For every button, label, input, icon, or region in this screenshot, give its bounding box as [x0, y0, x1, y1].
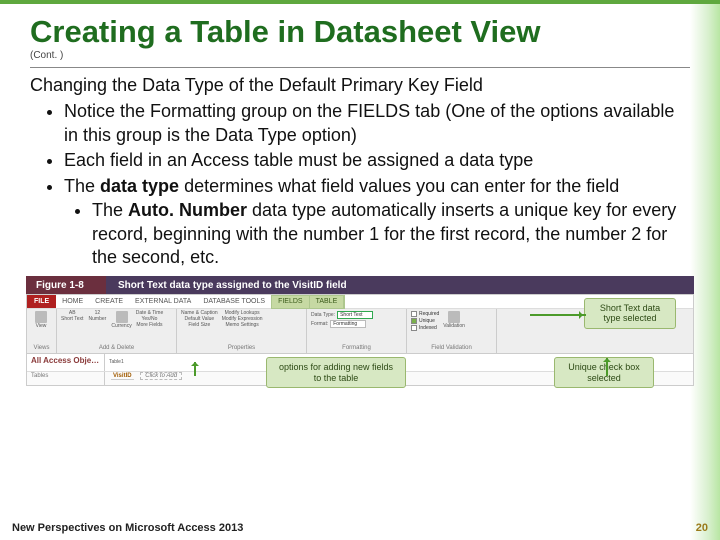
indexed-label: Indexed — [419, 325, 437, 331]
figure-number: Figure 1-8 — [26, 276, 106, 294]
table1-tab: Table1 — [109, 360, 124, 365]
data-type-label: Data Type: — [311, 313, 335, 318]
add-delete-group-label: Add & Delete — [61, 345, 172, 351]
sub-bullet-list: The Auto. Number data type automatically… — [64, 199, 690, 270]
properties-group-label: Properties — [181, 345, 302, 351]
validation-button: Validation — [443, 311, 465, 329]
format-row: Format:Formatting — [311, 320, 373, 328]
slide-footer: New Perspectives on Microsoft Access 201… — [12, 522, 708, 534]
add-delete-stack: Date & Time Yes/No More Fields — [136, 311, 164, 328]
data-type-dropdown: Short Text — [337, 311, 373, 319]
slide-title: Creating a Table in Datasheet View — [0, 4, 720, 50]
bullet-3: The data type determines what field valu… — [64, 175, 690, 270]
checkbox-icon — [411, 311, 417, 317]
figure: Figure 1-8 Short Text data type assigned… — [26, 276, 694, 386]
bullet-2: Each field in an Access table must be as… — [64, 149, 690, 173]
required-check: Required — [411, 311, 439, 317]
validation-label: Validation — [443, 324, 465, 329]
view-button: View — [31, 311, 51, 329]
format-label: Format: — [311, 322, 328, 327]
unique-label: Unique — [419, 318, 435, 324]
arrow-icon — [530, 314, 586, 316]
continuation-label: (Cont. ) — [0, 50, 720, 63]
bullet-1: Notice the Formatting group on the FIELD… — [64, 100, 690, 148]
b3-pre: The — [64, 176, 100, 196]
currency-button: Currency — [111, 311, 131, 329]
tab-create: CREATE — [89, 298, 129, 305]
group-views: View Views — [27, 309, 57, 353]
callout-data-type: Short Text data type selected — [584, 298, 676, 329]
arrow-icon — [606, 358, 608, 376]
tab-table: TABLE — [310, 296, 345, 308]
bullet-list: Notice the Formatting group on the FIELD… — [30, 100, 690, 270]
field-size-label: Field Size — [181, 323, 218, 328]
click-to-add-column: Click to Add — [140, 372, 182, 380]
number-label: Number — [89, 317, 107, 322]
group-add-delete: ABShort Text 12Number Currency Date & Ti… — [57, 309, 177, 353]
validation-stack: Required Unique Indexed — [411, 311, 439, 331]
figure-caption: Short Text data type assigned to the Vis… — [106, 276, 694, 294]
views-group-label: Views — [31, 345, 52, 351]
b3a-bold: Auto. Number — [128, 200, 247, 220]
format-dropdown: Formatting — [330, 320, 366, 328]
b3-bold: data type — [100, 176, 179, 196]
short-text-button: ABShort Text — [61, 311, 83, 322]
validation-icon — [448, 311, 460, 323]
figure-banner: Figure 1-8 Short Text data type assigned… — [26, 276, 694, 294]
checkbox-checked-icon — [411, 318, 417, 324]
table-tools: FIELDS TABLE — [271, 295, 345, 309]
nav-tables-label: Tables — [27, 372, 105, 385]
tab-home: HOME — [56, 298, 89, 305]
tab-external: EXTERNAL DATA — [129, 298, 197, 305]
number-button: 12Number — [87, 311, 107, 322]
checkbox-icon — [411, 325, 417, 331]
view-label: View — [36, 324, 47, 329]
datasheet-icon — [35, 311, 47, 323]
data-type-row: Data Type:Short Text — [311, 311, 373, 319]
indexed-check: Indexed — [411, 325, 439, 331]
formatting-stack: Data Type:Short Text Format:Formatting — [311, 311, 373, 328]
b3-post: determines what field values you can ent… — [179, 176, 619, 196]
group-formatting: Data Type:Short Text Format:Formatting F… — [307, 309, 407, 353]
nav-pane-title: All Access Obje… — [27, 354, 105, 371]
visitid-column: VisitID — [111, 373, 134, 380]
footer-text: New Perspectives on Microsoft Access 201… — [12, 522, 243, 534]
currency-icon — [116, 311, 128, 323]
tab-fields: FIELDS — [272, 296, 310, 308]
tab-file: FILE — [27, 295, 56, 308]
arrow-icon — [194, 362, 196, 376]
props-stack-2: Modify Lookups Modify Expression Memo Se… — [222, 311, 263, 328]
sub-bullet-1: The Auto. Number data type automatically… — [92, 199, 690, 270]
tab-dbtools: DATABASE TOOLS — [197, 298, 271, 305]
memo-settings-label: Memo Settings — [222, 323, 263, 328]
title-rule — [30, 67, 690, 68]
required-label: Required — [419, 311, 439, 317]
props-stack-1: Name & Caption Default Value Field Size — [181, 311, 218, 328]
unique-check: Unique — [411, 318, 439, 324]
group-properties: Name & Caption Default Value Field Size … — [177, 309, 307, 353]
section-subhead: Changing the Data Type of the Default Pr… — [30, 74, 690, 98]
callout-add-fields: options for adding new fields to the tab… — [266, 357, 406, 388]
slide: Creating a Table in Datasheet View (Cont… — [0, 0, 720, 540]
side-accent — [690, 4, 720, 540]
b3a-pre: The — [92, 200, 128, 220]
morefields-label: More Fields — [136, 323, 164, 328]
validation-group-label: Field Validation — [411, 345, 492, 351]
content-area: Changing the Data Type of the Default Pr… — [0, 74, 720, 270]
page-number: 20 — [696, 522, 708, 534]
currency-label: Currency — [111, 324, 131, 329]
group-validation: Required Unique Indexed Validation Field… — [407, 309, 497, 353]
short-text-label: Short Text — [61, 317, 83, 322]
formatting-group-label: Formatting — [311, 345, 402, 351]
